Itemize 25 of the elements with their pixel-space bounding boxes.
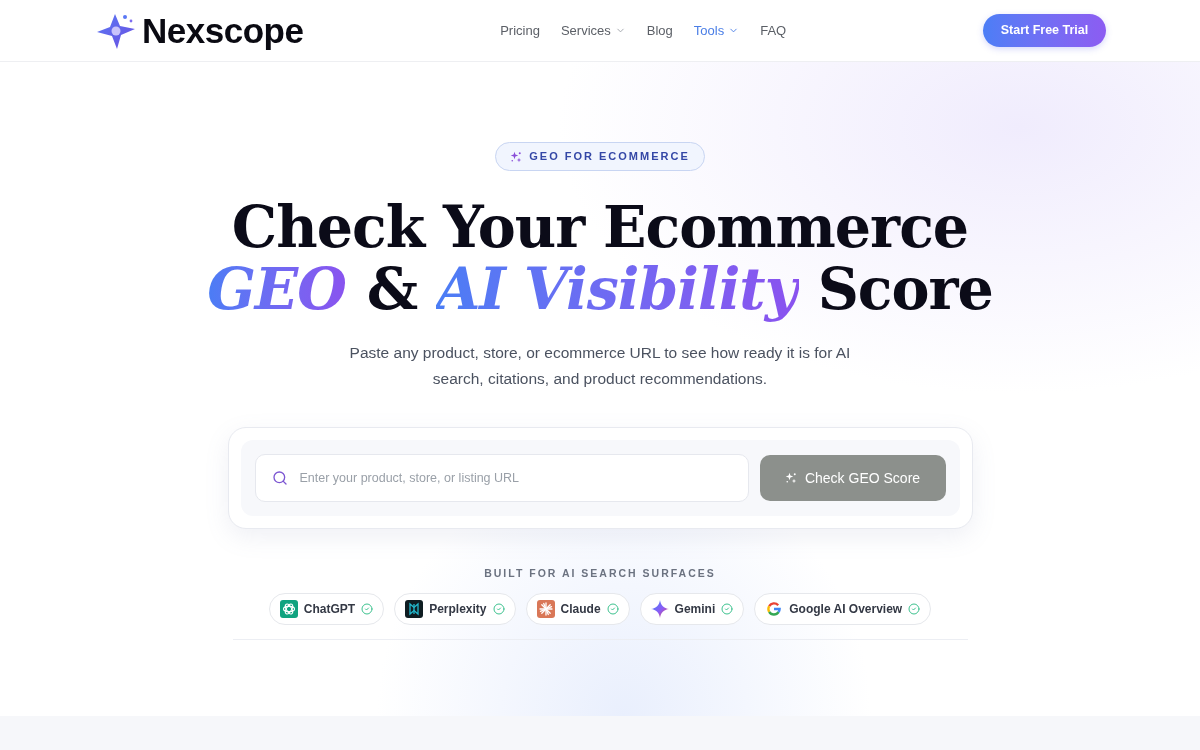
nav-link[interactable]: Services	[560, 20, 626, 41]
platform-name: Google AI Overview	[789, 600, 903, 618]
brand-name[interactable]: Nexscope	[142, 13, 304, 48]
starburst-logo-icon	[536, 599, 555, 618]
frame-logo-icon	[405, 599, 424, 618]
search-icon	[271, 470, 288, 486]
platform-name: Perplexity	[429, 600, 487, 618]
nav-link[interactable]: Blog	[646, 20, 673, 41]
start-trial-button[interactable]: Start Free Trial	[983, 14, 1106, 47]
hero-subtitle: Paste any product, store, or ecommerce URL to see how ready it is for AI search, citations, and product recommendations.	[348, 343, 852, 389]
sparkle-logo-icon	[650, 599, 669, 618]
platform-name: ChatGPT	[303, 600, 356, 618]
sparkle-icon	[784, 472, 797, 484]
badge-label: GEO FOR ECOMMERCE	[529, 149, 690, 165]
nav-link[interactable]: Tools	[693, 20, 740, 41]
surfaces-heading: BUILT FOR AI SEARCH SURFACES	[484, 566, 716, 581]
platform-name: Claude	[560, 600, 601, 618]
platform-name: Gemini	[674, 600, 716, 618]
sparkle-icon	[510, 150, 523, 163]
url-input-field[interactable]: Enter your product, store, or listing URL	[254, 454, 749, 502]
multicolor-ring-logo-icon	[767, 601, 782, 616]
knot-logo-icon	[279, 599, 298, 618]
hero-heading: Check Your Ecommerce GEO & AI Visibility Score	[207, 196, 993, 320]
nav-link[interactable]: Pricing	[500, 20, 540, 41]
nav-link[interactable]: FAQ	[760, 20, 787, 41]
